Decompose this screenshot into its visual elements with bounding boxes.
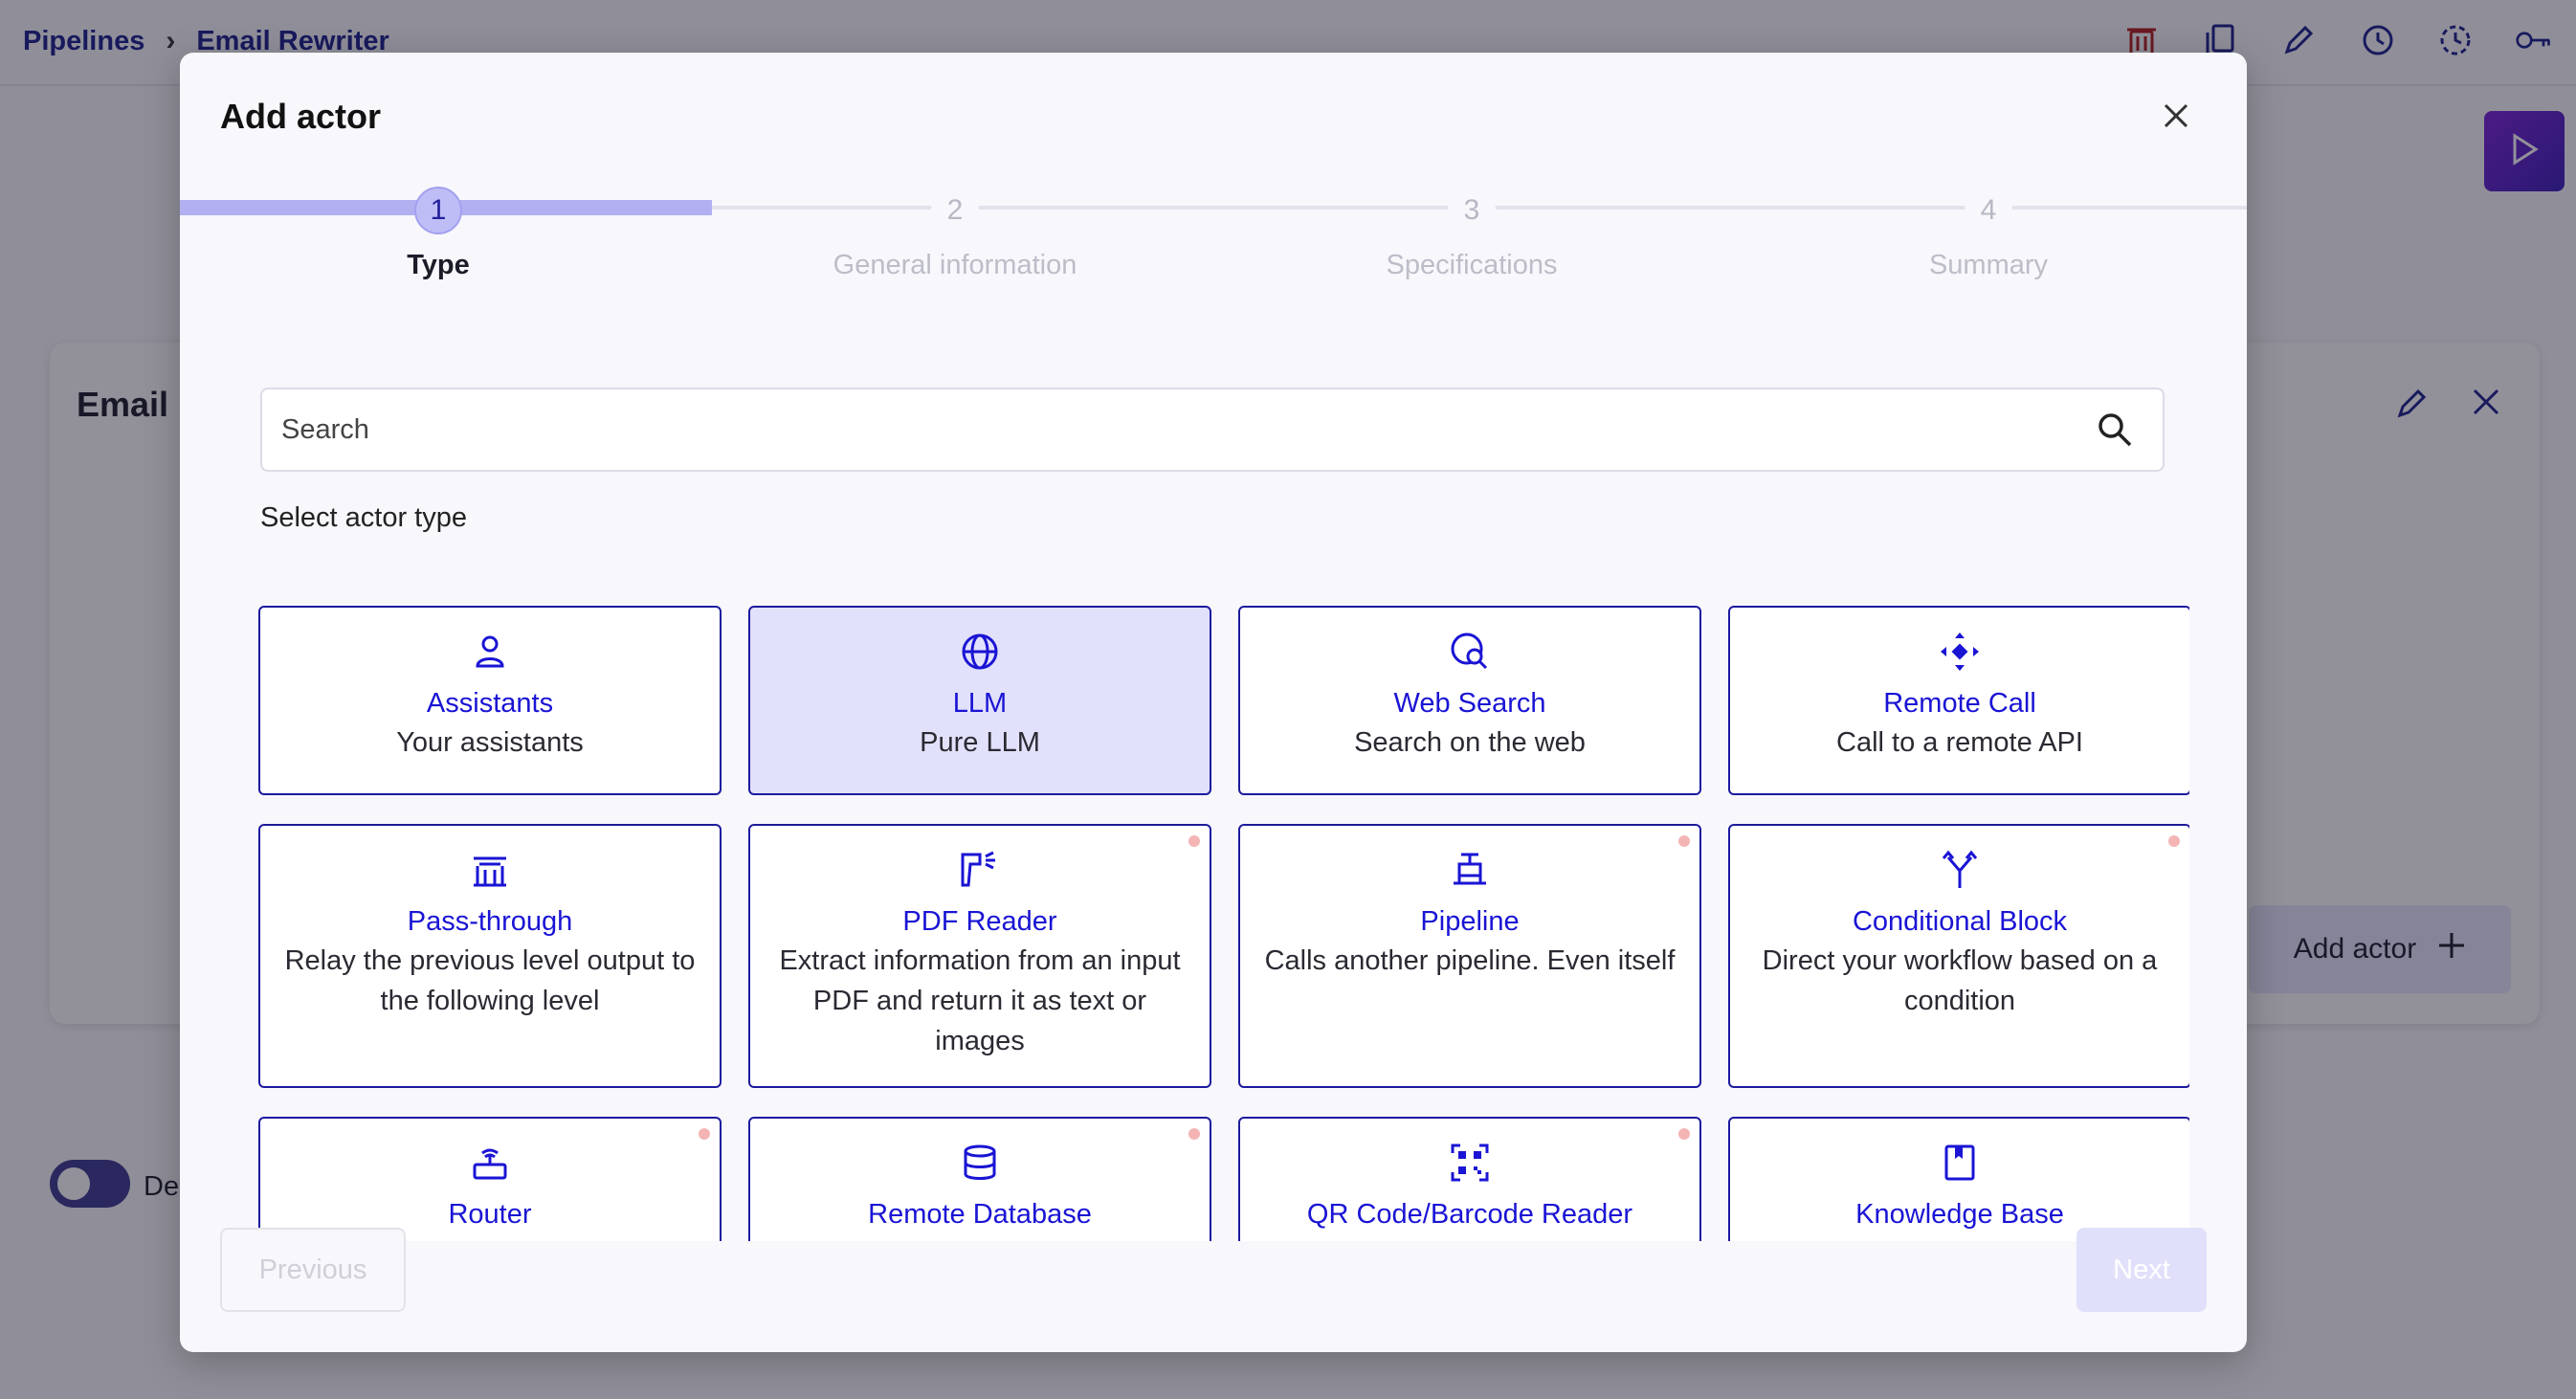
actor-card-web-search[interactable]: Web Search Search on the web	[1238, 606, 1701, 795]
card-title: Remote Database	[868, 1199, 1092, 1230]
step-2-label: General information	[833, 250, 1077, 280]
card-title: QR Code/Barcode Reader	[1306, 1199, 1633, 1230]
card-title: Assistants	[426, 688, 554, 719]
step-3-label: Specifications	[1386, 250, 1558, 280]
actor-card-pass-through[interactable]: Pass-through Relay the previous level ou…	[258, 824, 722, 1088]
status-dot	[2168, 835, 2180, 847]
select-actor-type-label: Select actor type	[260, 502, 467, 533]
card-description: Search on the web	[1354, 727, 1586, 758]
step-1-label: Type	[407, 250, 470, 280]
search-icon[interactable]	[2096, 411, 2134, 449]
step-4-number: 4	[1965, 187, 2012, 234]
actor-type-grid[interactable]: Assistants Your assistants LLM Pure LLM …	[247, 550, 2189, 1241]
search-input[interactable]	[281, 389, 2080, 470]
card-description: Relay the previous level output to the f…	[284, 945, 696, 1016]
actor-card-knowledge-base[interactable]: Knowledge Base	[1728, 1117, 2189, 1241]
status-dot	[1678, 1128, 1690, 1140]
step-3: 3 Specifications	[1309, 187, 1634, 281]
add-actor-modal: Add actor 1 Type 2 General information 3…	[180, 53, 2247, 1352]
pass-through-icon	[469, 849, 511, 891]
status-dot	[1188, 1128, 1200, 1140]
router-icon	[469, 1142, 511, 1184]
split-icon	[1939, 849, 1981, 891]
card-description: Pure LLM	[920, 727, 1040, 758]
person-icon	[469, 631, 511, 673]
step-3-number: 3	[1448, 187, 1496, 234]
next-button[interactable]: Next	[2076, 1228, 2207, 1312]
stepper: 1 Type 2 General information 3 Specifica…	[180, 187, 2247, 301]
card-title: LLM	[952, 688, 1008, 719]
close-icon	[2163, 102, 2189, 134]
card-title: Pipeline	[1420, 906, 1520, 937]
scanner-icon	[959, 849, 1001, 891]
card-description: Extract information from an input PDF an…	[779, 945, 1181, 1056]
qr-code-icon	[1449, 1142, 1491, 1184]
actor-card-remote-database[interactable]: Remote Database	[748, 1117, 1211, 1241]
card-title: Conditional Block	[1852, 906, 2068, 937]
close-button[interactable]	[2159, 100, 2193, 135]
card-title: Remote Call	[1883, 688, 2036, 719]
actor-card-llm[interactable]: LLM Pure LLM	[748, 606, 1211, 795]
actor-card-conditional-block[interactable]: Conditional Block Direct your workflow b…	[1728, 824, 2189, 1088]
card-title: Pass-through	[407, 906, 573, 937]
status-dot	[1678, 835, 1690, 847]
modal-title: Add actor	[220, 97, 382, 136]
step-1: 1 Type	[276, 187, 601, 281]
globe-icon	[959, 631, 1001, 673]
database-icon	[959, 1142, 1001, 1184]
step-1-number: 1	[414, 187, 462, 234]
card-description: Call to a remote API	[1836, 727, 2083, 758]
step-4: 4 Summary	[1826, 187, 2151, 281]
previous-button[interactable]: Previous	[220, 1228, 406, 1312]
card-title: Web Search	[1393, 688, 1546, 719]
remote-call-icon	[1939, 631, 1981, 673]
status-dot	[699, 1128, 710, 1140]
status-dot	[1188, 835, 1200, 847]
actor-card-pdf-reader[interactable]: PDF Reader Extract information from an i…	[748, 824, 1211, 1088]
actor-card-remote-call[interactable]: Remote Call Call to a remote API	[1728, 606, 2189, 795]
card-title: PDF Reader	[902, 906, 1057, 937]
actor-card-pipeline[interactable]: Pipeline Calls another pipeline. Even it…	[1238, 824, 1701, 1088]
step-4-label: Summary	[1928, 250, 2049, 280]
actor-card-router[interactable]: Router	[258, 1117, 722, 1241]
search-field	[260, 388, 2165, 472]
card-description: Calls another pipeline. Even itself	[1264, 945, 1676, 976]
pipeline-icon	[1449, 849, 1491, 891]
actor-card-qr-code-reader[interactable]: QR Code/Barcode Reader	[1238, 1117, 1701, 1241]
card-description: Direct your workflow based on a conditio…	[1762, 945, 2158, 1016]
web-search-icon	[1449, 631, 1491, 673]
step-2-number: 2	[931, 187, 979, 234]
step-2: 2 General information	[792, 187, 1118, 281]
card-description: Your assistants	[396, 727, 584, 758]
book-icon	[1939, 1142, 1981, 1184]
actor-card-assistants[interactable]: Assistants Your assistants	[258, 606, 722, 795]
